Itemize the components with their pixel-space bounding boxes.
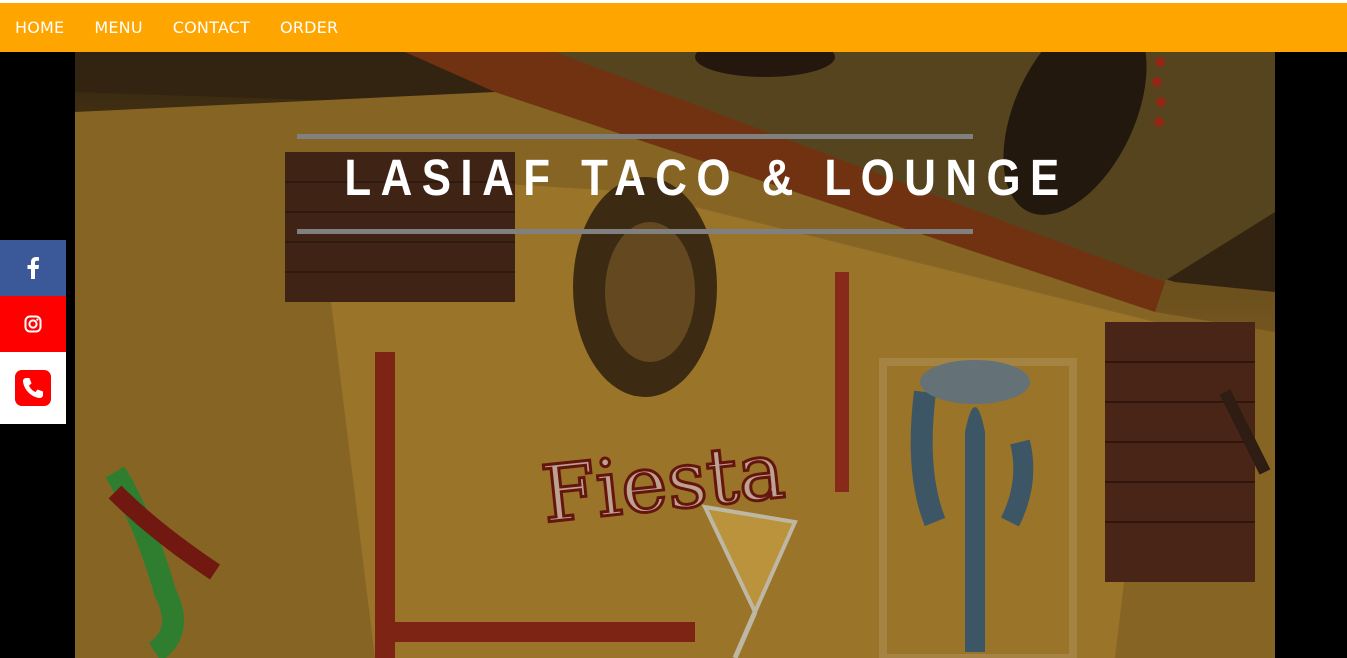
site-title: LASIAF TACO & LOUNGE	[344, 149, 1069, 206]
nav-contact[interactable]: CONTACT	[173, 18, 250, 37]
nav-order[interactable]: ORDER	[280, 18, 338, 37]
nav-menu[interactable]: MENU	[94, 18, 142, 37]
facebook-icon	[27, 257, 39, 279]
facebook-button[interactable]	[0, 240, 66, 296]
nav-home[interactable]: HOME	[15, 18, 64, 37]
instagram-icon	[24, 315, 42, 333]
title-rule-top	[297, 134, 973, 139]
instagram-button[interactable]	[0, 296, 66, 352]
hero-banner: Fiesta LASIAF TACO & LOUNGE	[75, 52, 1275, 658]
top-navbar: HOME MENU CONTACT ORDER	[0, 3, 1347, 52]
phone-icon	[15, 370, 51, 406]
phone-button[interactable]	[0, 352, 66, 424]
hero-dim-overlay	[75, 52, 1275, 658]
title-rule-bottom	[297, 229, 973, 234]
